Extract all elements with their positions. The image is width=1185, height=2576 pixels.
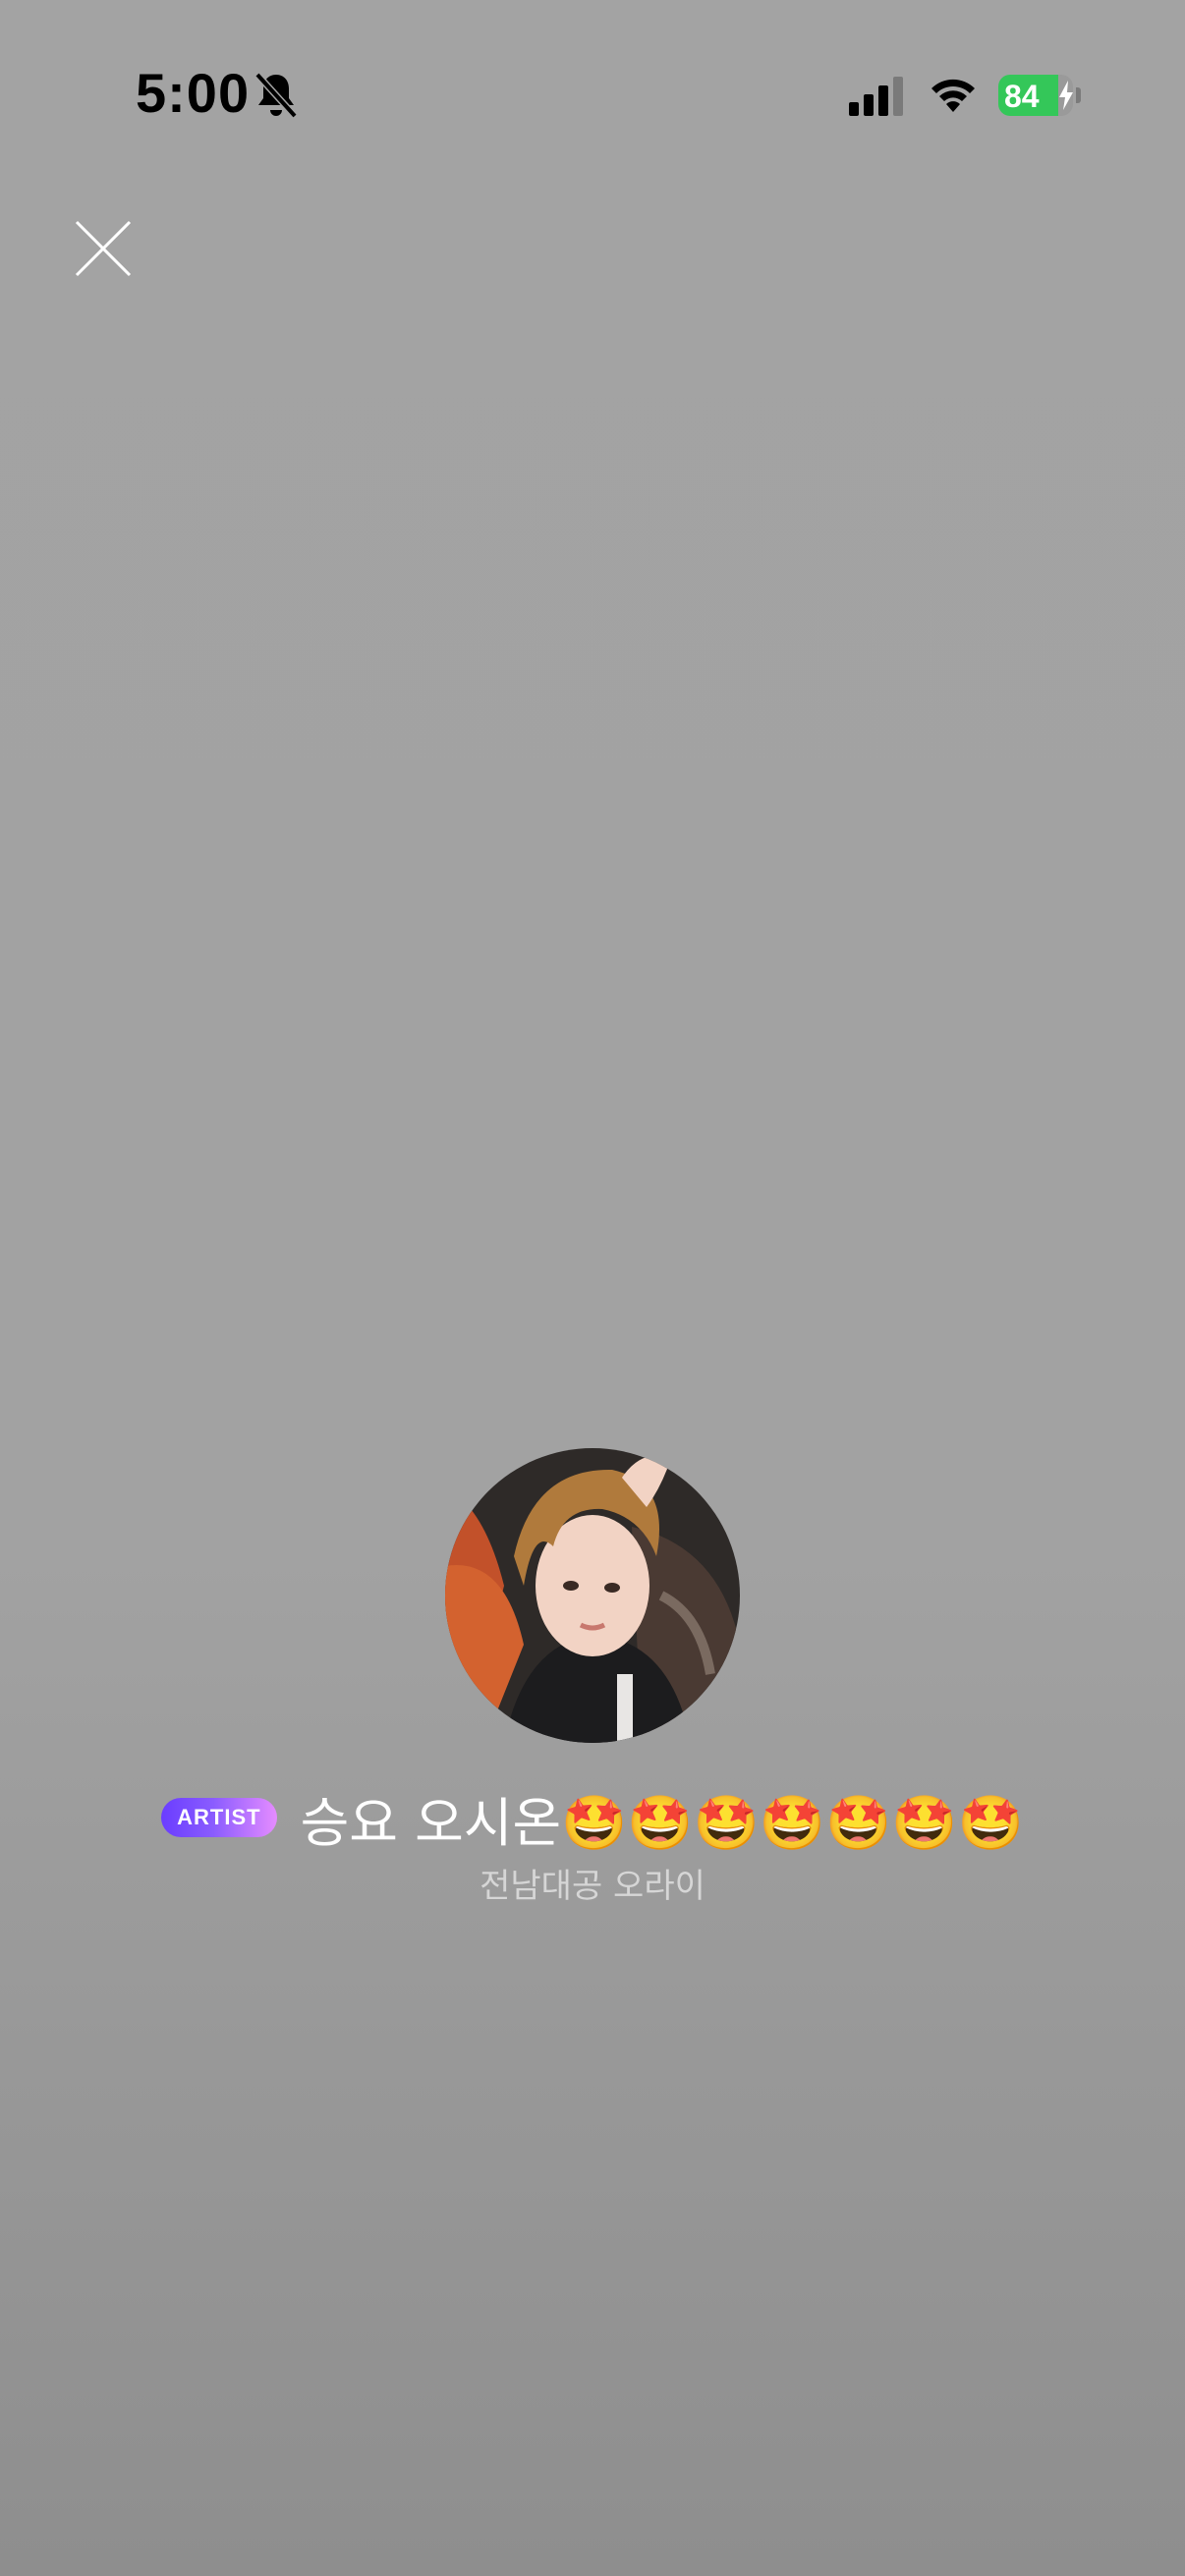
close-button[interactable] [71, 216, 136, 281]
profile-name: 승요 오시온🤩🤩🤩🤩🤩🤩🤩 [300, 1791, 1024, 1854]
bell-off-icon [254, 72, 298, 119]
profile-avatar[interactable] [445, 1448, 740, 1743]
battery-indicator: 84 [998, 75, 1081, 116]
artist-badge: ARTIST [161, 1798, 277, 1837]
status-bar: 5:00 84 [0, 0, 1185, 196]
profile-name-row: ARTIST 승요 오시온🤩🤩🤩🤩🤩🤩🤩 [0, 1780, 1185, 1855]
charging-bolt-icon [1059, 81, 1073, 110]
cellular-signal-icon [849, 77, 903, 116]
battery-cap [1076, 87, 1081, 103]
wifi-icon [931, 79, 975, 112]
avatar-image [445, 1448, 740, 1743]
profile-subtitle: 전남대공 오라이 [480, 1867, 705, 1906]
close-icon [75, 220, 132, 277]
status-time: 5:00 [136, 62, 251, 124]
battery-percent: 84 [1004, 79, 1040, 114]
